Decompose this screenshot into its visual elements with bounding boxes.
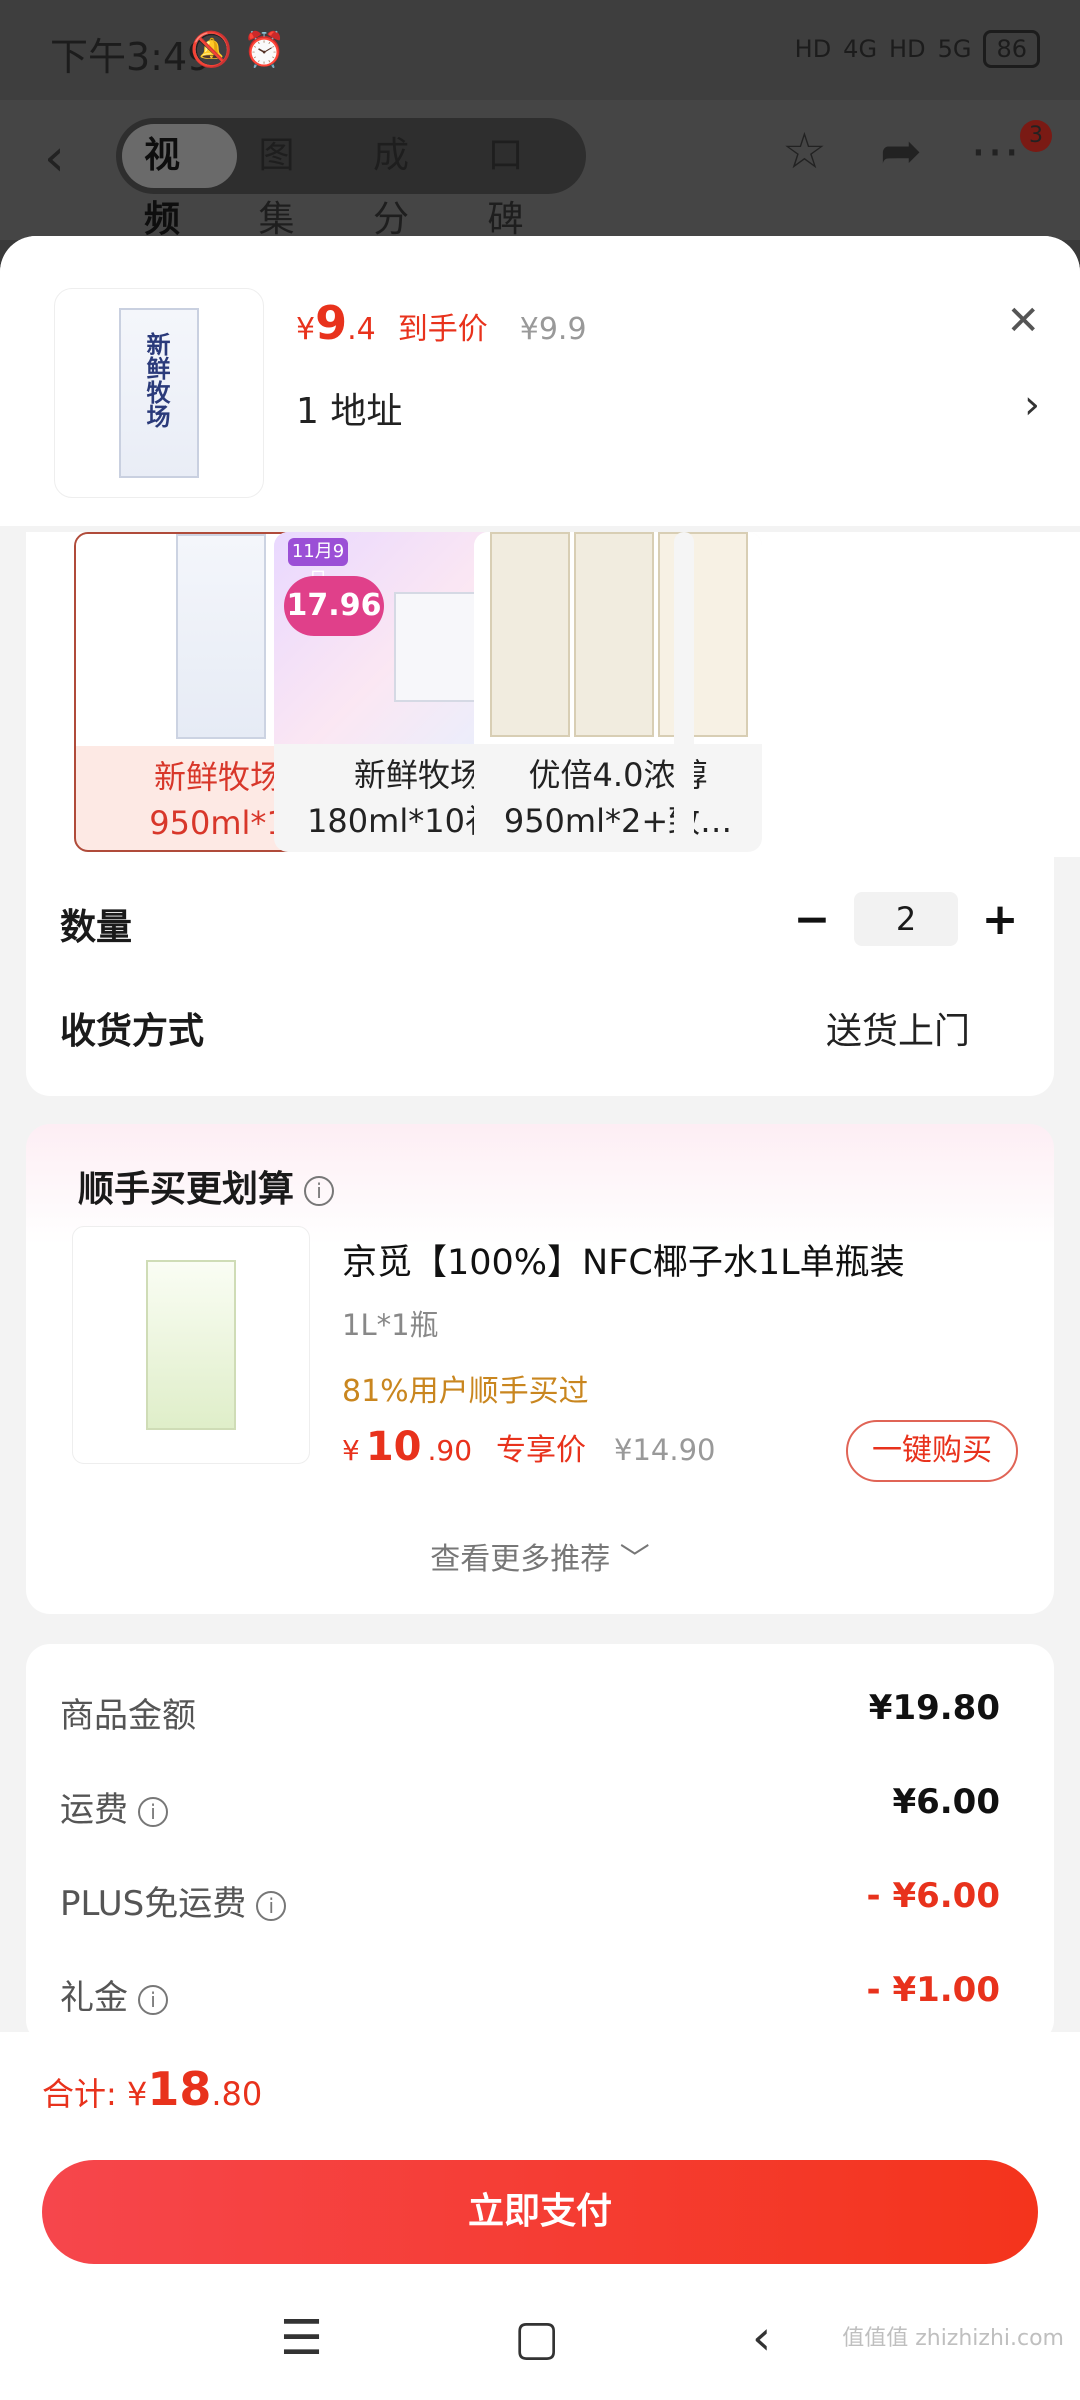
share-icon[interactable]: ➦ — [880, 122, 922, 180]
sku-label: 优倍4.0浓醇 950ml*2+致… — [503, 756, 733, 840]
reco-spec: 1L*1瓶 — [342, 1308, 439, 1342]
final-price: ¥9.4 — [296, 296, 376, 350]
one-click-buy-button[interactable]: 一键购买 — [846, 1420, 1018, 1482]
info-icon[interactable]: i — [138, 1796, 168, 1827]
back-nav-icon[interactable]: ‹ — [752, 2310, 771, 2366]
close-icon[interactable]: ✕ — [1006, 298, 1040, 344]
shipping-method[interactable]: 送货上门 — [826, 1002, 970, 1054]
quantity-label: 数量 — [60, 907, 133, 948]
shipping-label: 收货方式 — [60, 1011, 205, 1052]
recommendation-title: 顺手买更划算 i — [78, 1160, 335, 1212]
summary-row-plus: PLUS免运费 i - ¥6.00 — [60, 1876, 1000, 1924]
coconut-water-image — [146, 1260, 236, 1430]
price-summary: 商品金额 ¥19.80 运费 i ¥6.00 PLUS免运费 i - ¥6.00 礼… — [26, 1644, 1054, 2044]
watermark: 值值值 zhizhizhi.com — [842, 2326, 1064, 2351]
reco-social-proof: 81%用户顺手买过 — [342, 1374, 589, 1409]
increase-button[interactable]: + — [980, 894, 1020, 945]
media-tabs: 视频 图集 成分 口碑 — [116, 118, 586, 240]
status-signal: HD 4G HD 5G 86 — [795, 30, 1040, 68]
original-price: ¥9.9 — [519, 312, 587, 347]
milk-carton-image: 新鲜牧场 — [119, 308, 199, 478]
quantity-card: 数量 − 2 + 收货方式 送货上门 — [26, 856, 1054, 1096]
status-time: 下午3:49 — [50, 35, 212, 79]
more-icon[interactable]: ⋯ — [970, 122, 1020, 180]
reco-thumbnail[interactable] — [72, 1226, 310, 1464]
recommendation-card: 顺手买更划算 i 京觅【100%】NFC椰子水1L单瓶装 1L*1瓶 81%用户顺… — [26, 1124, 1054, 1614]
status-icons: 🔕 ⏰ — [190, 30, 286, 70]
favorite-icon[interactable]: ☆ — [782, 122, 827, 180]
summary-row-goods: 商品金额 ¥19.80 — [60, 1688, 1000, 1736]
product-header: 新鲜牧场 ¥9.4 到手价 ¥9.9 ✕ 1 地址 › — [0, 236, 1080, 526]
tab-video[interactable]: 视频 — [122, 124, 237, 240]
quantity-input[interactable]: 2 — [854, 892, 958, 946]
quantity-stepper: − 2 + — [792, 892, 1020, 946]
info-icon[interactable]: i — [256, 1890, 287, 1921]
address-selector[interactable]: 1 地址 — [296, 382, 402, 434]
summary-row-gift: 礼金 i - ¥1.00 — [60, 1970, 1000, 2018]
sku-image — [474, 532, 762, 744]
info-icon[interactable]: i — [138, 1984, 168, 2015]
product-thumbnail: 新鲜牧场 — [54, 288, 264, 498]
back-icon[interactable]: ‹ — [44, 128, 84, 188]
final-price-tag: 到手价 — [397, 312, 488, 347]
carton-label: 新鲜牧场 — [142, 332, 170, 428]
tab-ingredients[interactable]: 成分 — [351, 124, 466, 240]
summary-row-shipping: 运费 i ¥6.00 — [60, 1782, 1000, 1830]
reco-price: ¥10.90 专享价 ¥14.90 — [342, 1424, 716, 1470]
tab-gallery[interactable]: 图集 — [237, 124, 352, 240]
total-amount: 合计: ¥18.80 — [42, 2062, 263, 2116]
network-5g-icon: 5G — [937, 35, 972, 63]
message-badge: 3 — [1020, 120, 1052, 152]
chevron-right-icon[interactable]: › — [1024, 382, 1040, 428]
reco-product-name[interactable]: 京觅【100%】NFC椰子水1L单瓶装 — [342, 1234, 905, 1285]
promo-price: 17.96 — [284, 576, 384, 636]
sku-option[interactable]: 优倍4.0浓醇 950ml*2+致… — [474, 532, 762, 852]
status-bar: 下午3:49 🔕 ⏰ HD 4G HD 5G 86 — [0, 0, 1080, 100]
tab-reviews[interactable]: 口碑 — [466, 124, 581, 240]
menu-icon[interactable]: ☰ — [280, 2310, 323, 2366]
home-icon[interactable]: ▢ — [514, 2310, 559, 2366]
promo-date: 11月9日 — [288, 538, 348, 590]
network-hd-icon: HD — [794, 35, 832, 63]
info-icon[interactable]: i — [304, 1176, 335, 1206]
decrease-button[interactable]: − — [792, 894, 832, 945]
network-4g-icon: 4G — [843, 35, 878, 63]
purchase-sheet: 新鲜牧场 ¥9.4 到手价 ¥9.9 ✕ 1 地址 › 新鲜牧场 950ml*1 … — [0, 236, 1080, 2044]
see-more-recommendations[interactable]: 查看更多推荐 ﹀ — [26, 1534, 1054, 1578]
battery-icon: 86 — [983, 30, 1040, 68]
sku-option-partial[interactable] — [674, 532, 694, 852]
pay-now-button[interactable]: 立即支付 — [42, 2160, 1038, 2264]
sku-list: 新鲜牧场950ml*1 11月9日 17.96 新鲜牧场180ml*10礼盒 优… — [26, 532, 1080, 857]
network-hd-icon-2: HD — [889, 35, 926, 63]
price-line: ¥9.4 到手价 ¥9.9 — [296, 296, 587, 350]
